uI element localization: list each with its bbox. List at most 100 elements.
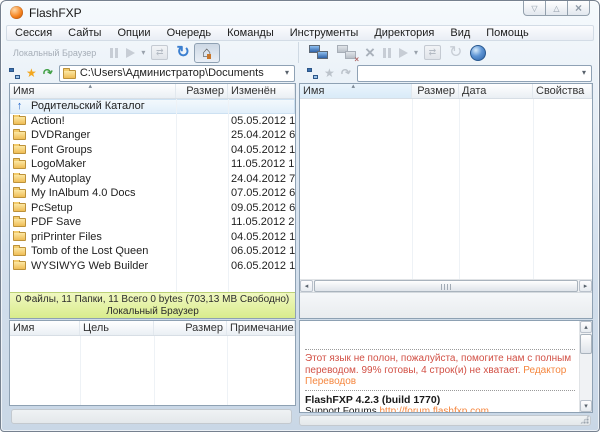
refresh-button[interactable]: ↻ xyxy=(173,43,192,63)
app-icon xyxy=(10,6,23,19)
pause-button[interactable] xyxy=(107,43,121,63)
transfer-icon: ⇄ xyxy=(424,45,441,60)
title-bar[interactable]: FlashFXP xyxy=(1,1,599,24)
folder-icon xyxy=(13,232,26,241)
connect-icon xyxy=(309,45,329,61)
remote-pause-button[interactable] xyxy=(380,43,394,63)
main-toolbar: Локальный Браузер ▾ ⇄ ↻ ⌂ × × ▾ ⇄ ↻ xyxy=(6,42,594,63)
play-icon xyxy=(399,48,408,58)
column-header-attribs[interactable]: Свойства xyxy=(533,84,592,98)
file-name: DVDRanger xyxy=(31,129,90,141)
column-header-target[interactable]: Цель xyxy=(80,321,154,335)
connect-button[interactable] xyxy=(306,43,332,63)
remote-transfer-button[interactable]: ⇄ xyxy=(421,43,444,63)
home-button[interactable]: ⌂ xyxy=(194,43,220,63)
remote-site-tree-button[interactable] xyxy=(307,68,318,79)
local-toolbar: Локальный Браузер ▾ ⇄ ↻ ⌂ xyxy=(6,42,297,63)
column-header-size[interactable]: Размер xyxy=(154,321,227,335)
flashfxp-window: FlashFXP ▽ △ × СессияСайтыОпцииОчередьКо… xyxy=(0,0,600,432)
web-button[interactable] xyxy=(467,43,489,63)
disconnect-button[interactable]: × xyxy=(334,43,360,63)
local-status-title: Локальный Браузер xyxy=(10,306,295,318)
combo-dropdown-icon[interactable]: ▾ xyxy=(582,69,586,77)
file-row[interactable]: priPrinter Files 04.05.2012 16:47 xyxy=(10,230,295,245)
transfer-button[interactable]: ⇄ xyxy=(148,43,171,63)
column-header-name[interactable]: Имя ▴ xyxy=(300,84,412,98)
file-row[interactable]: Tomb of the Lost Queen06.05.2012 18:26 xyxy=(10,244,295,259)
column-divider xyxy=(533,99,534,279)
file-date: 05.05.2012 13:47 xyxy=(228,115,295,127)
pause-icon xyxy=(383,48,391,58)
file-name: LogoMaker xyxy=(31,158,86,170)
maximize-button[interactable]: △ xyxy=(545,1,568,16)
remote-refresh-button[interactable]: ↻ xyxy=(446,43,465,63)
scrollbar-thumb[interactable] xyxy=(580,334,592,354)
local-favorites-button[interactable]: ★ xyxy=(26,67,37,79)
start-button[interactable] xyxy=(123,43,138,63)
local-path-combo[interactable]: C:\Users\Администратор\Documents ▾ xyxy=(59,65,295,82)
log-vertical-scrollbar[interactable]: ▴ ▾ xyxy=(579,321,592,412)
column-header-name[interactable]: Имя xyxy=(10,321,80,335)
menu-item[interactable]: Директория xyxy=(366,26,442,40)
remote-file-list xyxy=(300,99,592,279)
file-row[interactable]: My Autoplay24.04.2012 7:32 xyxy=(10,172,295,187)
file-date: 04.05.2012 16:47 xyxy=(228,231,295,243)
abort-button[interactable]: × xyxy=(362,43,378,63)
menu-item[interactable]: Очередь xyxy=(159,26,220,40)
column-divider xyxy=(176,99,177,292)
scroll-up-icon[interactable]: ▴ xyxy=(580,321,592,333)
scroll-down-icon[interactable]: ▾ xyxy=(580,400,592,412)
remote-horizontal-scrollbar[interactable]: ◂ ▸ xyxy=(300,279,592,292)
remote-favorites-button[interactable]: ★ xyxy=(324,67,335,79)
scroll-right-icon[interactable]: ▸ xyxy=(579,280,592,292)
file-row[interactable]: Font Groups04.05.2012 19:30 xyxy=(10,143,295,158)
folder-icon xyxy=(13,174,26,183)
scrollbar-thumb[interactable] xyxy=(314,280,578,292)
remote-list-header: Имя ▴ Размер Дата Свойства xyxy=(300,84,592,99)
file-row[interactable]: My InAlbum 4.0 Docs07.05.2012 6:14 xyxy=(10,186,295,201)
remote-start-button[interactable] xyxy=(396,43,411,63)
file-row[interactable]: ↑Родительский Каталог xyxy=(10,99,295,114)
local-status-bar: 0 Файлы, 11 Папки, 11 Всего 0 bytes (703… xyxy=(10,292,295,318)
file-row[interactable]: Action!05.05.2012 13:47 xyxy=(10,114,295,129)
column-header-name[interactable]: Имя ▴ xyxy=(10,84,176,98)
file-row[interactable]: LogoMaker11.05.2012 19:54 xyxy=(10,157,295,172)
column-header-modified[interactable]: Изменён xyxy=(228,84,295,98)
support-forums-label: Support Forums xyxy=(305,406,379,413)
scroll-left-icon[interactable]: ◂ xyxy=(300,280,313,292)
menu-item[interactable]: Вид xyxy=(442,26,478,40)
menu-item[interactable]: Команды xyxy=(219,26,282,40)
remote-start-dropdown-arrow[interactable]: ▾ xyxy=(414,49,418,57)
local-browser-panel: Имя ▴ Размер Изменён ↑Родительский Катал… xyxy=(9,83,296,319)
menu-item[interactable]: Инструменты xyxy=(282,26,367,40)
menu-item[interactable]: Сайты xyxy=(60,26,109,40)
column-header-date[interactable]: Дата xyxy=(459,84,533,98)
site-tree-button[interactable] xyxy=(9,68,20,79)
file-row[interactable]: PcSetup09.05.2012 6:51 xyxy=(10,201,295,216)
remote-path-combo[interactable]: ▾ xyxy=(357,65,592,82)
close-button[interactable]: × xyxy=(567,1,590,16)
minimize-button[interactable]: ▽ xyxy=(523,1,546,16)
column-header-size[interactable]: Размер xyxy=(412,84,459,98)
remote-goto-button[interactable]: ↷ xyxy=(339,66,352,80)
menu-item[interactable]: Сессия xyxy=(7,26,60,40)
parent-dir-icon: ↑ xyxy=(13,101,26,112)
local-goto-button[interactable]: ↷ xyxy=(41,66,54,80)
file-name: priPrinter Files xyxy=(31,231,102,243)
folder-icon xyxy=(63,70,76,79)
file-row[interactable]: PDF Save11.05.2012 23:10 xyxy=(10,215,295,230)
file-row[interactable]: DVDRanger25.04.2012 6:13 xyxy=(10,128,295,143)
local-file-list: ↑Родительский КаталогAction!05.05.2012 1… xyxy=(10,99,295,292)
menu-item[interactable]: Помощь xyxy=(478,26,537,40)
resize-grip[interactable] xyxy=(580,415,589,424)
menu-item[interactable]: Опции xyxy=(109,26,158,40)
log-output[interactable]: Этот язык не полон, пожалуйста, помогите… xyxy=(300,321,579,412)
combo-dropdown-icon[interactable]: ▾ xyxy=(285,69,289,77)
folder-icon xyxy=(13,189,26,198)
column-header-size[interactable]: Размер xyxy=(176,84,228,98)
file-row[interactable]: WYSIWYG Web Builder06.05.2012 12:37 xyxy=(10,259,295,274)
start-dropdown-arrow[interactable]: ▾ xyxy=(141,49,145,57)
column-header-note[interactable]: Примечание xyxy=(227,321,295,335)
support-forums-link[interactable]: http://forum.flashfxp.com xyxy=(379,406,489,413)
home-icon: ⌂ xyxy=(202,45,211,60)
